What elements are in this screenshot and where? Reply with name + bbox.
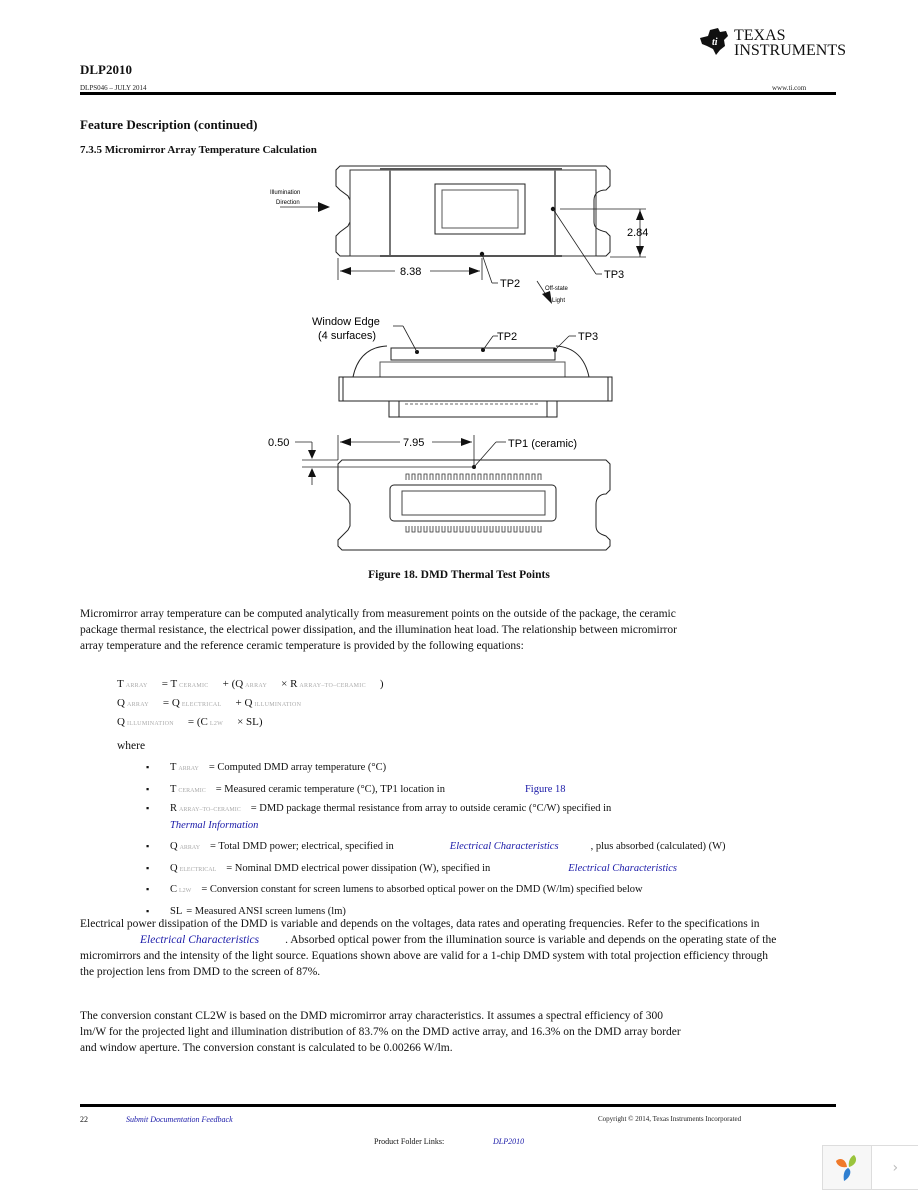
next-page-button[interactable]: › — [871, 1146, 918, 1189]
illumination-label-1: Illumination — [270, 190, 300, 196]
dim-2-84: 2.84 — [627, 227, 648, 239]
electrical-characteristics-link[interactable]: Electrical Characteristics — [140, 934, 259, 946]
dim-7-95: 7.95 — [403, 437, 424, 449]
product-folder-label: Product Folder Links: — [374, 1137, 444, 1146]
list-item: QARRAY= Total DMD power; electrical, spe… — [146, 837, 826, 859]
tp1-label: TP1 (ceramic) — [508, 438, 577, 450]
tp3-label: TP3 — [604, 269, 624, 281]
window-edge-label-1: Window Edge — [312, 316, 380, 328]
doc-id-date: DLPS046 – JULY 2014 — [80, 84, 147, 92]
conversion-paragraph: The conversion constant CL2W is based on… — [80, 1008, 685, 1056]
tp2-side-label: TP2 — [497, 331, 517, 343]
side-view-body — [339, 377, 612, 401]
product-folder-link[interactable]: DLP2010 — [493, 1137, 524, 1146]
dim-8-38: 8.38 — [400, 266, 421, 278]
electrical-characteristics-link[interactable]: Electrical Characteristics — [568, 863, 677, 874]
copyright: Copyright © 2014, Texas Instruments Inco… — [598, 1115, 741, 1123]
tp3-side-label: TP3 — [578, 331, 598, 343]
chevron-right-icon: › — [892, 1160, 898, 1176]
svg-text:ti: ti — [712, 37, 718, 48]
illumination-label-2: Direction — [276, 200, 300, 206]
brand-line-2: Instruments — [734, 43, 846, 58]
header-rule — [80, 92, 836, 95]
footer-rule — [80, 1104, 836, 1107]
ti-logo: ti Texas Instruments — [698, 26, 838, 62]
bottom-view-outline — [338, 460, 610, 550]
electrical-characteristics-link[interactable]: Electrical Characteristics — [450, 841, 559, 852]
site-url[interactable]: www.ti.com — [772, 84, 806, 92]
figure-18-link[interactable]: Figure 18 — [525, 784, 566, 795]
figure-dmd-thermal-test-points: Illumination Direction 8.38 2.84 TP2 TP3… — [260, 160, 660, 585]
list-item: QELECTRICAL= Nominal DMD electrical powe… — [146, 859, 826, 881]
list-item: CL2W= Conversion constant for screen lum… — [146, 880, 826, 902]
dim-0-50: 0.50 — [268, 437, 289, 449]
viewer-widget: › — [822, 1145, 918, 1190]
tp2-label: TP2 — [500, 278, 520, 290]
submit-feedback-link[interactable]: Submit Documentation Feedback — [126, 1115, 233, 1124]
offstate-label-2: Light — [552, 298, 565, 304]
list-item: TCERAMIC= Measured ceramic temperature (… — [146, 780, 826, 802]
list-item: RARRAY–TO–CERAMIC= DMD package thermal r… — [146, 801, 826, 837]
bottom-view-connector — [390, 485, 556, 521]
doc-title: DLP2010 — [80, 62, 132, 78]
subsection-title: 7.3.5 Micromirror Array Temperature Calc… — [80, 144, 317, 156]
window-edge-label-2: (4 surfaces) — [318, 330, 376, 342]
brand-line-1: Texas — [734, 28, 846, 43]
figure-caption: Figure 18. DMD Thermal Test Points — [0, 569, 918, 581]
offstate-label-1: Off-state — [545, 286, 569, 292]
active-array-window — [435, 184, 525, 234]
thermal-information-link[interactable]: Thermal Information — [170, 820, 258, 831]
page-number: 22 — [80, 1115, 88, 1124]
equation-q-illumination: QILLUMINATION= (CL2W× SL) — [117, 713, 263, 734]
where-label: where — [117, 740, 145, 752]
top-view-inner — [350, 170, 596, 256]
connector-pins — [406, 474, 541, 532]
definitions-list: TARRAY= Computed DMD array temperature (… — [146, 758, 826, 921]
side-view-connector — [389, 401, 557, 417]
equation-q-array: QARRAY= QELECTRICAL+ QILLUMINATION — [117, 694, 315, 715]
ti-state-icon: ti — [698, 26, 732, 56]
list-item: TARRAY= Computed DMD array temperature (… — [146, 758, 826, 780]
app-logo-button[interactable] — [823, 1146, 871, 1189]
section-title: Feature Description (continued) — [80, 117, 257, 133]
equation-t-array: TARRAY= TCERAMIC+ (QARRAY× RARRAY–TO–CER… — [117, 675, 384, 696]
intro-paragraph: Micromirror array temperature can be com… — [80, 606, 680, 654]
colorful-leaf-logo-icon — [834, 1153, 860, 1183]
top-view-outline — [336, 166, 610, 256]
dmd-diagram: Illumination Direction 8.38 2.84 TP2 TP3… — [260, 160, 660, 585]
power-paragraph: Electrical power dissipation of the DMD … — [80, 916, 780, 980]
